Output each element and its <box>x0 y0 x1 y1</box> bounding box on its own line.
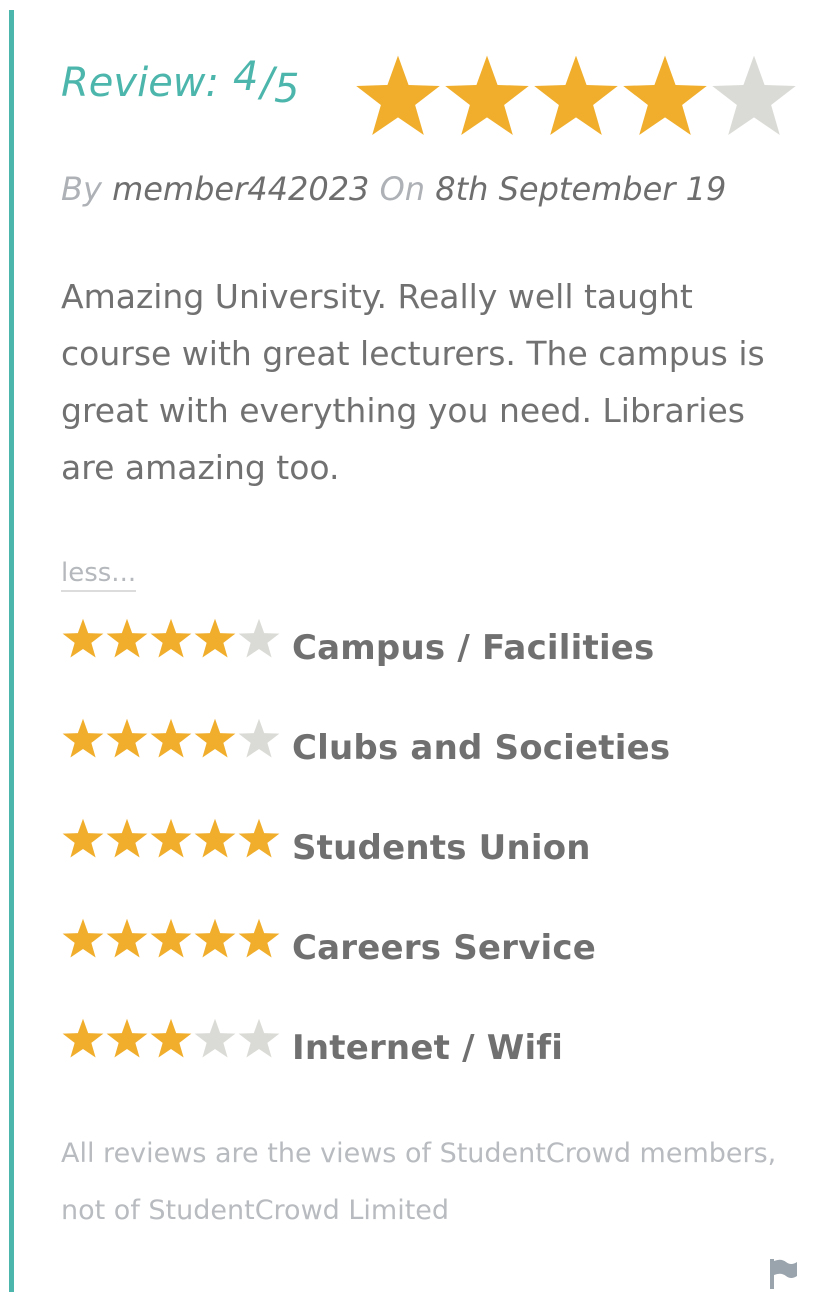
by-label: By <box>61 170 102 208</box>
star-filled-icon <box>62 818 104 858</box>
star-empty-icon <box>712 55 796 135</box>
star-filled-icon <box>62 1018 104 1058</box>
star-filled-icon <box>194 818 236 858</box>
star-filled-icon <box>106 918 148 958</box>
category-ratings: Campus / Facilities Clubs and Societies St… <box>61 614 801 1114</box>
star-filled-icon <box>534 55 618 135</box>
flag-icon[interactable] <box>768 1257 798 1289</box>
rating-category-label: Students Union <box>292 828 591 868</box>
star-empty-icon <box>194 1018 236 1058</box>
star-filled-icon <box>356 55 440 135</box>
review-score: Review: 4/5 <box>61 54 299 112</box>
star-filled-icon <box>194 618 236 658</box>
rating-category-label: Careers Service <box>292 928 596 968</box>
review-score-max: 5 <box>273 66 300 112</box>
star-empty-icon <box>238 618 280 658</box>
star-filled-icon <box>106 818 148 858</box>
star-filled-icon <box>106 718 148 758</box>
rating-row: Students Union <box>61 814 801 914</box>
rating-row: Internet / Wifi <box>61 1014 801 1114</box>
category-star-rating <box>61 917 283 959</box>
disclaimer: All reviews are the views of StudentCrow… <box>61 1138 777 1226</box>
accent-bar <box>9 10 14 1292</box>
rating-row: Careers Service <box>61 914 801 1014</box>
category-star-rating <box>61 817 283 859</box>
star-filled-icon <box>194 918 236 958</box>
star-filled-icon <box>238 918 280 958</box>
review-byline: By member442023 On 8th September 19 <box>61 170 726 208</box>
review-card: Review: 4/5 By member442023 On 8th Septem… <box>0 0 840 1292</box>
rating-category-label: Clubs and Societies <box>292 728 671 768</box>
overall-star-rating <box>353 52 798 138</box>
star-filled-icon <box>150 818 192 858</box>
star-filled-icon <box>150 918 192 958</box>
star-filled-icon <box>106 1018 148 1058</box>
review-header: Review: 4/5 <box>61 50 821 146</box>
star-filled-icon <box>150 718 192 758</box>
star-filled-icon <box>238 818 280 858</box>
rating-category-label: Campus / Facilities <box>292 628 655 668</box>
category-star-rating <box>61 617 283 659</box>
author-name: member442023 <box>112 170 370 208</box>
star-empty-icon <box>238 718 280 758</box>
category-star-rating <box>61 1017 283 1059</box>
star-filled-icon <box>194 718 236 758</box>
rating-category-label: Internet / Wifi <box>292 1028 564 1068</box>
star-filled-icon <box>106 618 148 658</box>
less-toggle-link[interactable]: less... <box>61 558 137 592</box>
star-filled-icon <box>62 618 104 658</box>
star-filled-icon <box>445 55 529 135</box>
review-date: 8th September 19 <box>435 170 727 208</box>
star-empty-icon <box>238 1018 280 1058</box>
rating-row: Campus / Facilities <box>61 614 801 714</box>
review-label: Review: <box>61 60 219 106</box>
star-filled-icon <box>623 55 707 135</box>
review-score-separator: / <box>260 60 274 106</box>
review-score-value: 4 <box>233 54 259 100</box>
category-star-rating <box>61 717 283 759</box>
star-filled-icon <box>62 718 104 758</box>
review-body: Amazing University. Really well taught c… <box>61 277 765 487</box>
star-filled-icon <box>62 918 104 958</box>
star-filled-icon <box>150 618 192 658</box>
star-filled-icon <box>150 1018 192 1058</box>
rating-row: Clubs and Societies <box>61 714 801 814</box>
on-label: On <box>379 170 426 208</box>
